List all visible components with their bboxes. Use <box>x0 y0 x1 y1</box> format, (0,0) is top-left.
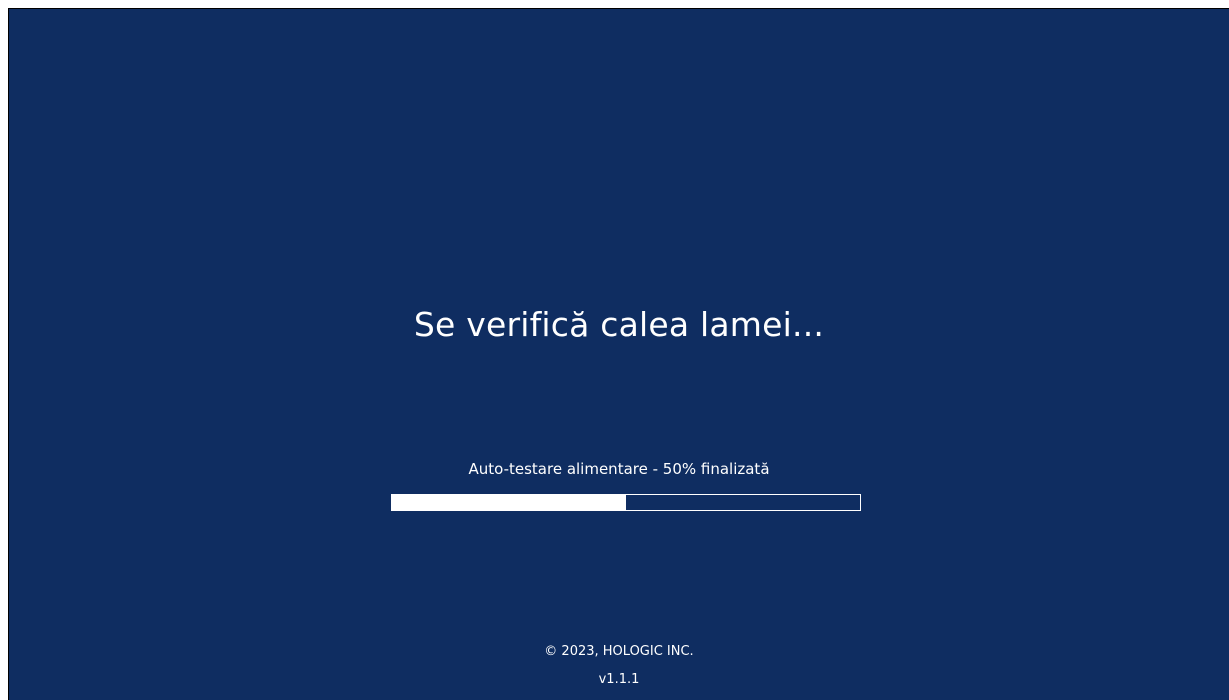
version-text: v1.1.1 <box>598 672 640 687</box>
status-title: Se verifică calea lamei... <box>413 305 825 344</box>
window-frame: Se verifică calea lamei... Auto-testare … <box>0 0 1229 700</box>
boot-screen: Se verifică calea lamei... Auto-testare … <box>8 8 1229 700</box>
progress-label: Auto-testare alimentare - 50% finalizată <box>468 460 770 478</box>
copyright-text: © 2023, HOLOGIC INC. <box>544 644 694 659</box>
progress-bar <box>391 494 861 511</box>
progress-fill <box>392 495 626 510</box>
